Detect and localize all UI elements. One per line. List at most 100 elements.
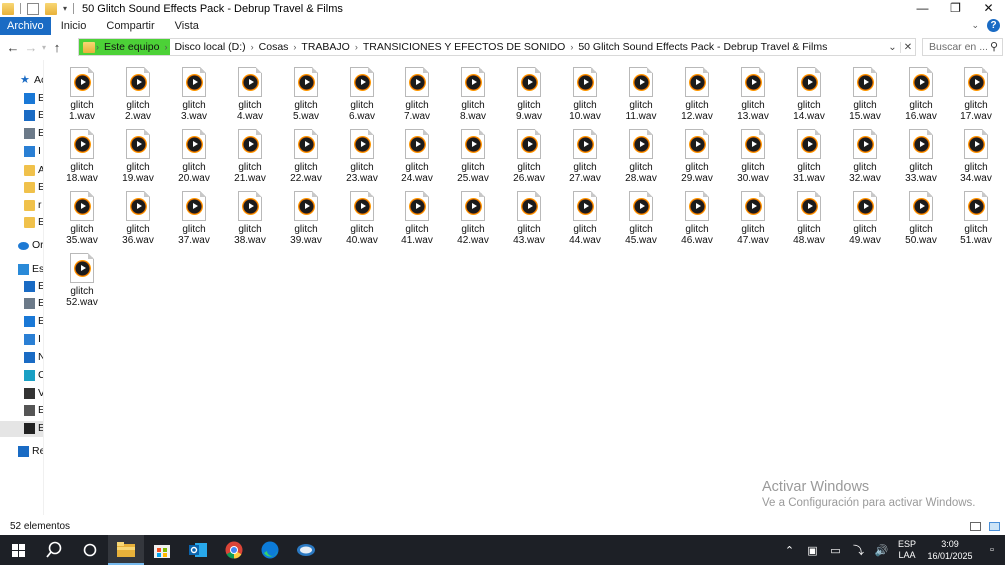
details-view-icon[interactable] <box>970 522 981 531</box>
tab-compartir[interactable]: Compartir <box>96 17 164 35</box>
back-arrow-icon[interactable]: ← <box>4 40 22 55</box>
chrome-icon[interactable] <box>216 535 252 565</box>
help-icon[interactable]: ? <box>987 19 1000 32</box>
search-input[interactable]: Buscar en ... <box>929 41 988 53</box>
file-item[interactable]: glitch 28.wav <box>613 127 669 189</box>
file-item[interactable]: glitch 3.wav <box>166 65 222 127</box>
file-item[interactable]: glitch 43.wav <box>501 189 557 251</box>
chevron-down-icon[interactable]: ⌄ <box>885 42 900 53</box>
file-item[interactable]: glitch 32.wav <box>837 127 893 189</box>
file-item[interactable]: glitch 31.wav <box>781 127 837 189</box>
tab-vista[interactable]: Vista <box>165 17 209 35</box>
sidebar-item[interactable]: E <box>0 279 43 295</box>
sidebar-item[interactable]: ★ Ac <box>0 73 43 89</box>
sidebar-item[interactable]: E <box>0 314 43 330</box>
file-item[interactable]: glitch 29.wav <box>669 127 725 189</box>
file-item[interactable]: glitch 22.wav <box>278 127 334 189</box>
breadcrumb-transiciones[interactable]: TRANSICIONES Y EFECTOS DE SONIDO <box>359 41 569 53</box>
clear-address-icon[interactable]: ✕ <box>900 41 915 53</box>
new-folder-icon[interactable] <box>45 2 57 15</box>
sidebar-item[interactable]: N <box>0 350 43 366</box>
up-arrow-icon[interactable]: ↑ <box>48 40 66 55</box>
file-item[interactable]: glitch 6.wav <box>334 65 390 127</box>
file-item[interactable]: glitch 38.wav <box>222 189 278 251</box>
file-item[interactable]: glitch 49.wav <box>837 189 893 251</box>
file-item[interactable]: glitch 33.wav <box>893 127 949 189</box>
file-item[interactable]: glitch 46.wav <box>669 189 725 251</box>
meet-icon[interactable]: ▣ <box>801 544 824 557</box>
edge-icon[interactable] <box>252 535 288 565</box>
cortana-icon[interactable] <box>72 535 108 565</box>
breadcrumb-trabajo[interactable]: TRABAJO <box>297 41 353 53</box>
sidebar-item[interactable]: E <box>0 421 43 437</box>
file-item[interactable]: glitch 2.wav <box>110 65 166 127</box>
sidebar-item[interactable]: I <box>0 332 43 348</box>
file-item[interactable]: glitch 42.wav <box>445 189 501 251</box>
app-icon[interactable] <box>288 535 324 565</box>
properties-icon[interactable] <box>27 2 39 15</box>
file-item[interactable]: glitch 48.wav <box>781 189 837 251</box>
breadcrumb-disco-local[interactable]: Disco local (D:) <box>170 41 249 53</box>
forward-arrow-icon[interactable]: → <box>22 40 40 55</box>
file-item[interactable]: glitch 8.wav <box>445 65 501 127</box>
file-item[interactable]: glitch 30.wav <box>725 127 781 189</box>
file-item[interactable]: glitch 7.wav <box>389 65 445 127</box>
sidebar-item[interactable]: Or <box>0 238 43 254</box>
language-indicator[interactable]: ESP LAA <box>893 539 921 561</box>
large-icons-view-icon[interactable] <box>989 522 1000 531</box>
sidebar-item[interactable]: E <box>0 108 43 124</box>
sidebar-item[interactable]: I <box>0 144 43 160</box>
outlook-icon[interactable] <box>180 535 216 565</box>
chevron-right-icon[interactable]: › <box>163 42 168 52</box>
file-item[interactable]: glitch 4.wav <box>222 65 278 127</box>
file-item[interactable]: glitch 1.wav <box>54 65 110 127</box>
breadcrumb-cosas[interactable]: Cosas <box>255 41 293 53</box>
file-item[interactable]: glitch 44.wav <box>557 189 613 251</box>
sidebar-item[interactable]: A <box>0 163 43 179</box>
file-item[interactable]: glitch 18.wav <box>54 127 110 189</box>
file-item[interactable]: glitch 21.wav <box>222 127 278 189</box>
file-item[interactable]: glitch 12.wav <box>669 65 725 127</box>
recent-chevron-icon[interactable]: ▾ <box>40 43 48 52</box>
breadcrumb-este-equipo[interactable]: Este equipo <box>100 41 164 53</box>
search-icon[interactable] <box>36 535 72 565</box>
search-icon[interactable]: ⚲ <box>990 40 998 53</box>
file-explorer-icon[interactable] <box>108 535 144 565</box>
sidebar-item[interactable]: E <box>0 296 43 312</box>
close-button[interactable]: ✕ <box>972 0 1005 17</box>
chevron-up-icon[interactable]: ⌃ <box>778 544 801 557</box>
notifications-icon[interactable]: ▫ <box>979 544 1005 556</box>
file-item[interactable]: glitch 26.wav <box>501 127 557 189</box>
sidebar-item[interactable]: r <box>0 198 43 214</box>
file-item[interactable]: glitch 35.wav <box>54 189 110 251</box>
start-icon[interactable] <box>0 535 36 565</box>
sidebar-item[interactable]: E <box>0 126 43 142</box>
file-item[interactable]: glitch 37.wav <box>166 189 222 251</box>
sidebar-item[interactable]: V <box>0 386 43 402</box>
sidebar-item[interactable]: Re <box>0 444 43 460</box>
file-item[interactable]: glitch 14.wav <box>781 65 837 127</box>
clock[interactable]: 3:09 16/01/2025 <box>921 538 979 562</box>
volume-icon[interactable]: 🔊 <box>870 544 893 557</box>
file-item[interactable]: glitch 25.wav <box>445 127 501 189</box>
file-item[interactable]: glitch 47.wav <box>725 189 781 251</box>
address-bar[interactable]: › Este equipo › Disco local (D:) › Cosas… <box>78 38 916 56</box>
search-box[interactable]: Buscar en ... ⚲ <box>922 38 1003 56</box>
file-item[interactable]: glitch 19.wav <box>110 127 166 189</box>
maximize-button[interactable]: ❐ <box>939 0 972 17</box>
minimize-button[interactable]: — <box>906 0 939 17</box>
file-item[interactable]: glitch 41.wav <box>389 189 445 251</box>
file-item[interactable]: glitch 20.wav <box>166 127 222 189</box>
file-item[interactable]: glitch 23.wav <box>334 127 390 189</box>
store-icon[interactable] <box>144 535 180 565</box>
file-item[interactable]: glitch 9.wav <box>501 65 557 127</box>
sidebar-item[interactable]: E <box>0 215 43 231</box>
file-item[interactable]: glitch 36.wav <box>110 189 166 251</box>
file-item[interactable]: glitch 15.wav <box>837 65 893 127</box>
file-item[interactable]: glitch 34.wav <box>948 127 1004 189</box>
file-item[interactable]: glitch 45.wav <box>613 189 669 251</box>
file-item[interactable]: glitch 24.wav <box>389 127 445 189</box>
chevron-down-icon[interactable]: ▾ <box>63 4 67 13</box>
expand-ribbon-icon[interactable]: ⌄ <box>971 20 979 31</box>
sidebar-item[interactable]: C <box>0 368 43 384</box>
